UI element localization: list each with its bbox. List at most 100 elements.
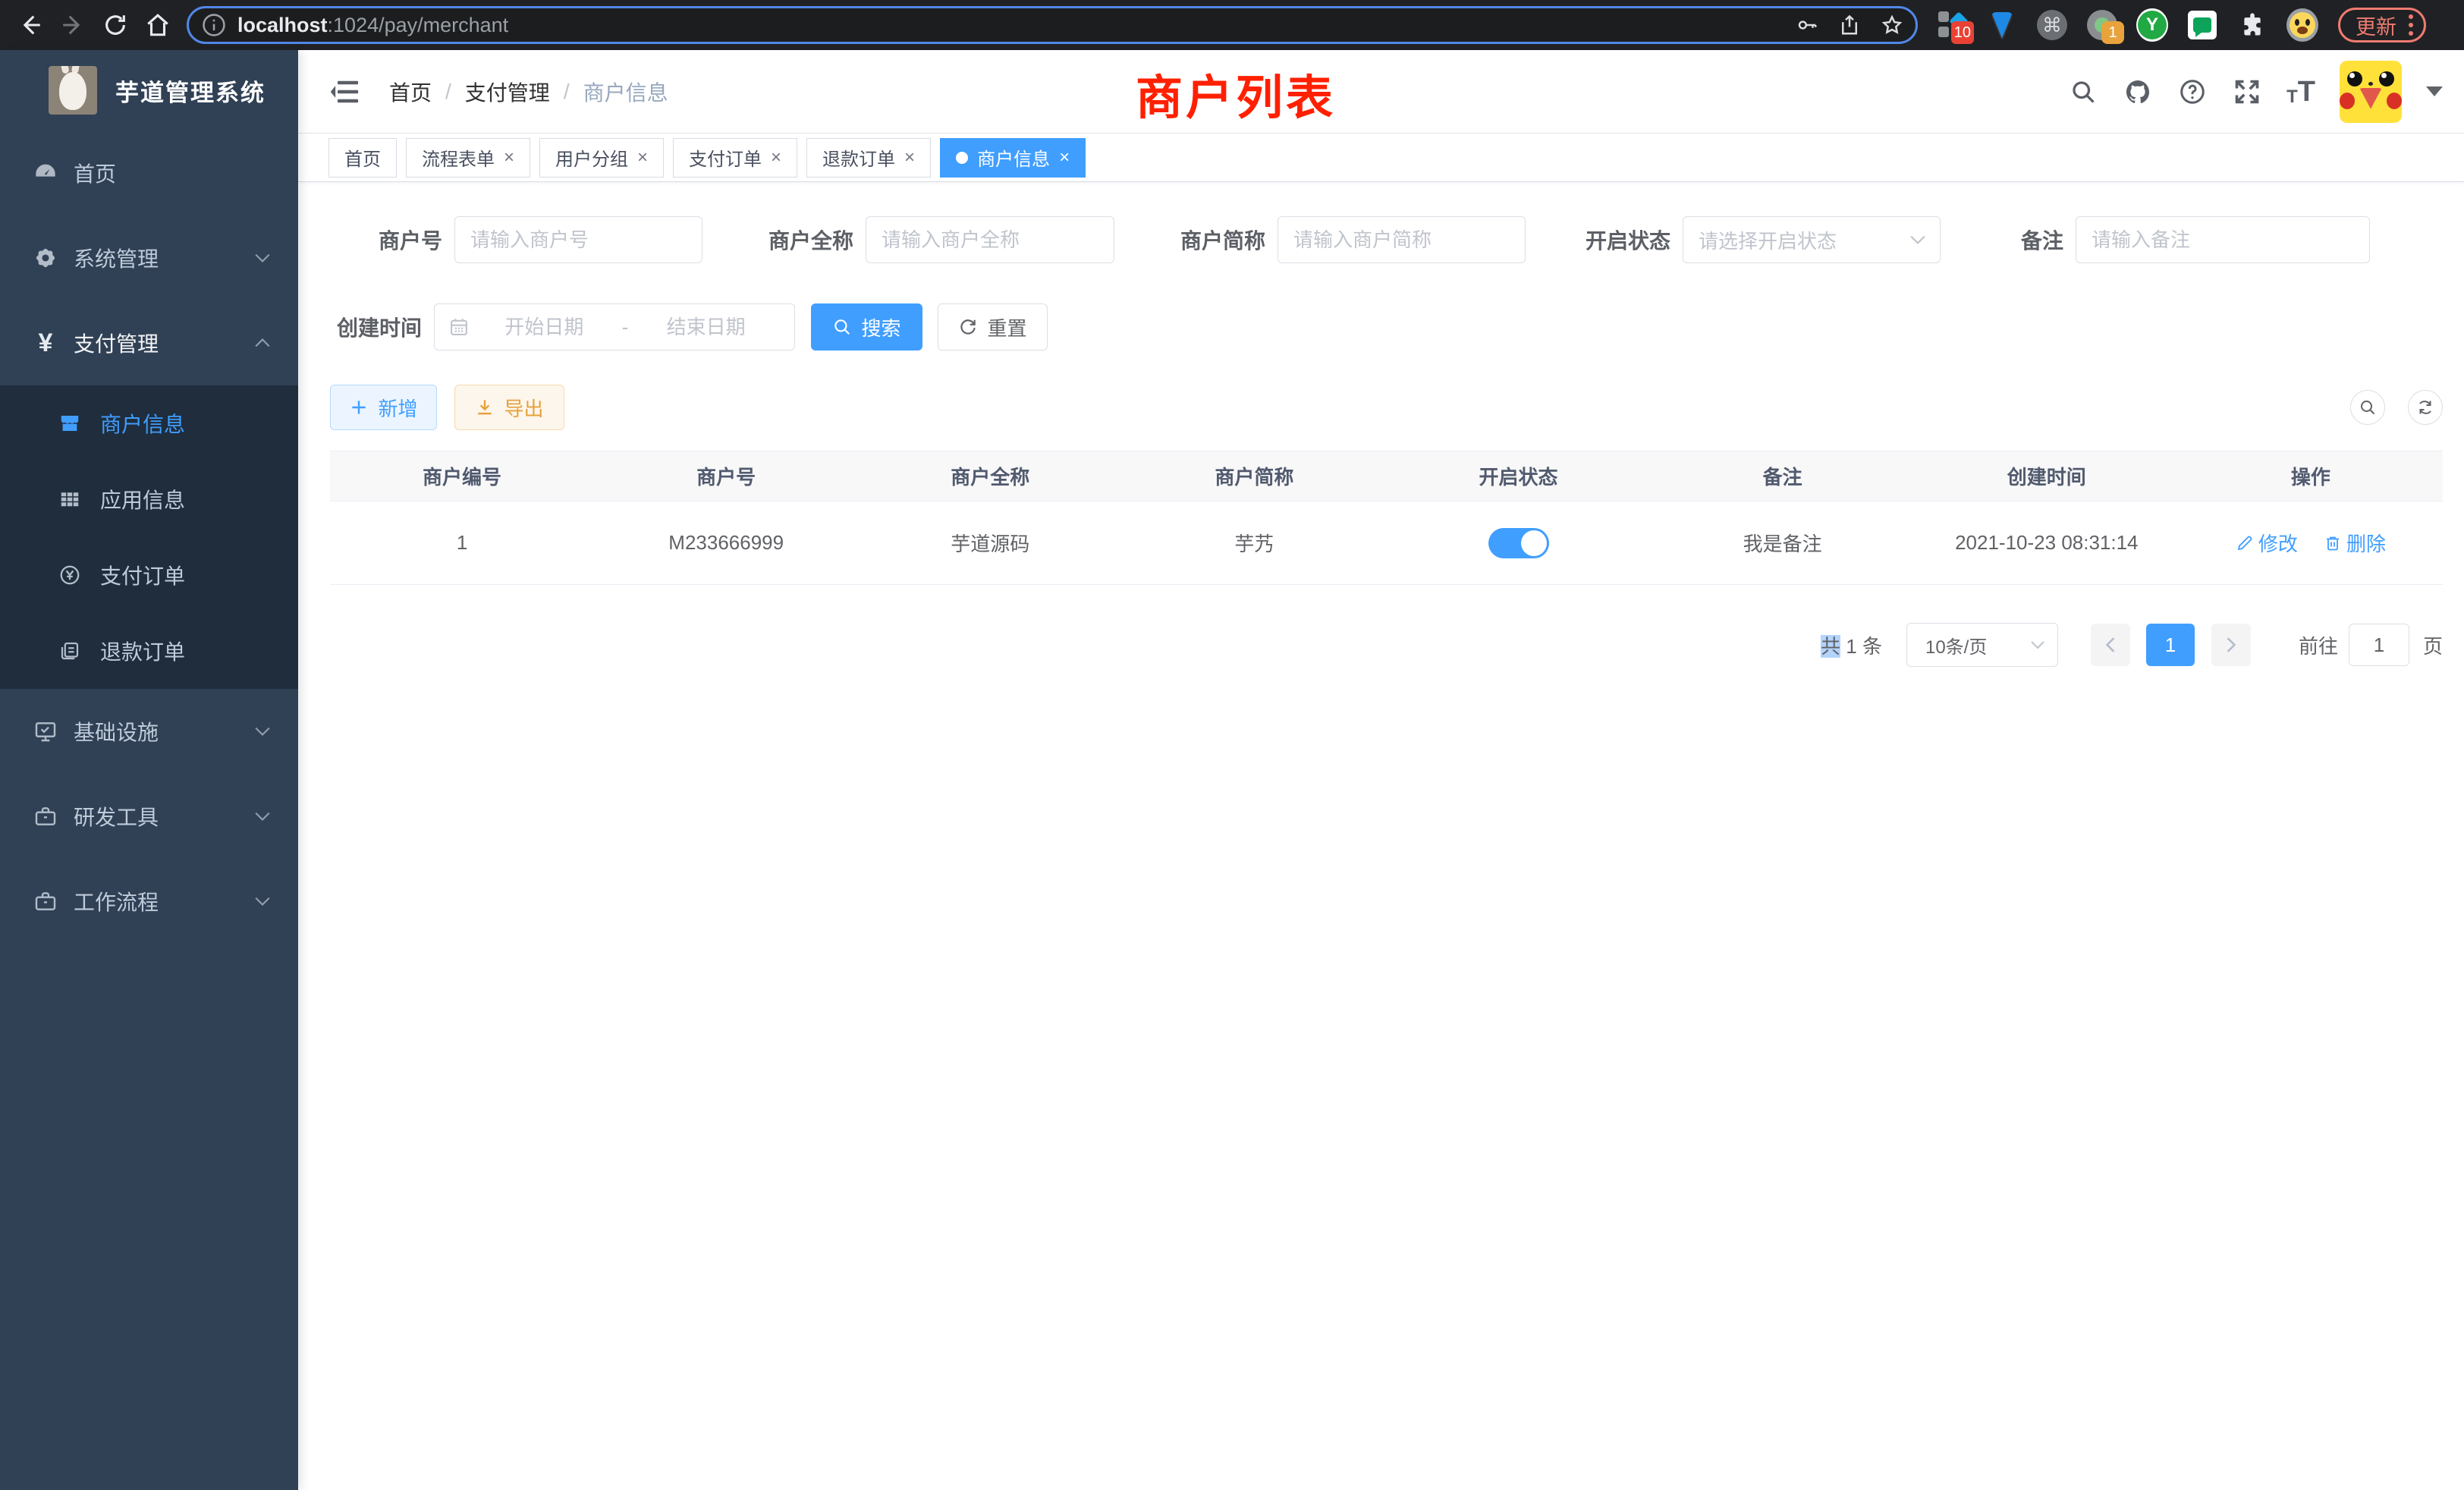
goto-page-input[interactable] (2349, 624, 2409, 666)
tab-refund-order[interactable]: 退款订单 × (806, 138, 931, 178)
search-icon (2359, 398, 2377, 417)
sidebar-item-workflow[interactable]: 工作流程 (0, 859, 298, 944)
header-search-icon[interactable] (2068, 77, 2098, 107)
tab-label: 退款订单 (822, 144, 895, 171)
delete-link[interactable]: 删除 (2324, 529, 2386, 557)
browser-home-icon[interactable] (137, 4, 179, 46)
tab-home[interactable]: 首页 (328, 138, 397, 178)
sidebar-logo[interactable]: 芋道管理系统 (0, 50, 298, 130)
total-count-highlight: 共 (1821, 635, 1840, 658)
merchant-name-input[interactable] (866, 216, 1114, 263)
extension-grid-icon[interactable]: 10 (1936, 9, 1968, 41)
prev-page-button[interactable] (2091, 624, 2130, 666)
extension-command-icon[interactable]: ⌘ (2036, 9, 2068, 41)
add-button-label: 新增 (378, 394, 417, 422)
cell-remark: 我是备注 (1651, 529, 1915, 557)
browser-forward-icon[interactable] (52, 4, 94, 46)
merchant-short-input[interactable] (1278, 216, 1526, 263)
tab-process-form[interactable]: 流程表单 × (406, 138, 530, 178)
status-select[interactable]: 请选择开启状态 (1683, 216, 1941, 263)
browser-back-icon[interactable] (9, 4, 52, 46)
bookmark-star-icon[interactable] (1881, 14, 1903, 36)
extension-y-icon[interactable]: Y (2136, 9, 2168, 41)
breadcrumb-home[interactable]: 首页 (389, 77, 432, 107)
tab-close-icon[interactable]: × (904, 149, 915, 167)
sidebar-item-payment[interactable]: ¥ 支付管理 (0, 300, 298, 385)
tab-label: 首页 (344, 144, 381, 171)
fullscreen-icon[interactable] (2232, 77, 2262, 107)
refresh-icon (958, 317, 978, 337)
refresh-table-button[interactable] (2408, 390, 2443, 425)
toolbar: 新增 导出 (330, 385, 2443, 430)
total-count: 共 1 条 (1821, 631, 1882, 659)
cell-full-name: 芋道源码 (858, 529, 1122, 557)
reset-button[interactable]: 重置 (938, 303, 1048, 350)
avatar-caret-icon[interactable] (2426, 86, 2443, 96)
sidebar-item-infrastructure[interactable]: 基础设施 (0, 689, 298, 774)
share-icon[interactable] (1838, 14, 1861, 36)
tab-close-icon[interactable]: × (1059, 149, 1070, 167)
pay-order-icon (58, 563, 82, 587)
sidebar-item-label: 应用信息 (100, 484, 185, 514)
tab-user-group[interactable]: 用户分组 × (539, 138, 664, 178)
password-key-icon[interactable] (1796, 14, 1818, 36)
chevron-right-icon (2226, 637, 2236, 653)
sidebar-item-dev-tools[interactable]: 研发工具 (0, 774, 298, 859)
select-caret-icon (2030, 640, 2045, 649)
export-button[interactable]: 导出 (454, 385, 564, 430)
refund-order-icon (58, 639, 82, 663)
chevron-down-icon (254, 896, 271, 907)
tab-pay-order[interactable]: 支付订单 × (673, 138, 797, 178)
font-size-icon[interactable]: TT (2286, 77, 2315, 106)
tab-close-icon[interactable]: × (504, 149, 514, 167)
browser-update-button[interactable]: 更新 (2338, 8, 2426, 42)
sidebar-item-pay-order[interactable]: 支付订单 (0, 537, 298, 613)
status-toggle-on[interactable] (1488, 528, 1549, 558)
browser-toolbar: localhost:1024/pay/merchant 10 ⌘ (0, 0, 2464, 50)
extensions-puzzle-icon[interactable] (2236, 9, 2268, 41)
merchant-short-label: 商户简称 (1114, 225, 1278, 255)
remark-input[interactable] (2076, 216, 2370, 263)
url-bar[interactable]: localhost:1024/pay/merchant (187, 6, 1918, 44)
sidebar-item-merchant-info[interactable]: 商户信息 (0, 385, 298, 461)
breadcrumb-payment[interactable]: 支付管理 (465, 77, 550, 107)
edit-label: 修改 (2258, 529, 2298, 557)
search-button-label: 搜索 (861, 313, 900, 341)
edit-link[interactable]: 修改 (2236, 529, 2298, 557)
user-avatar[interactable] (2340, 61, 2402, 123)
github-icon[interactable] (2123, 77, 2153, 107)
start-date-input[interactable] (470, 316, 619, 339)
end-date-input[interactable] (631, 316, 781, 339)
site-info-icon[interactable] (201, 12, 227, 38)
sidebar-item-home[interactable]: 首页 (0, 130, 298, 215)
page-number-1[interactable]: 1 (2146, 624, 2195, 666)
search-button[interactable]: 搜索 (811, 303, 922, 350)
annotation-merchant-list: 商户列表 (1136, 59, 1336, 127)
browser-reload-icon[interactable] (94, 4, 137, 46)
tab-close-icon[interactable]: × (771, 149, 781, 167)
merchant-table: 商户编号 商户号 商户全称 商户简称 开启状态 备注 创建时间 操作 1 M23… (330, 451, 2443, 585)
sidebar-item-app-info[interactable]: 应用信息 (0, 461, 298, 537)
show-search-toggle-button[interactable] (2350, 390, 2385, 425)
page-size-select[interactable]: 10条/页 (1906, 623, 2058, 667)
delete-label: 删除 (2346, 529, 2386, 557)
extension-recorder-badge: 1 (2101, 21, 2124, 44)
help-icon[interactable] (2177, 77, 2208, 107)
add-button[interactable]: 新增 (330, 385, 437, 430)
sidebar-fold-icon[interactable] (328, 77, 362, 107)
tab-close-icon[interactable]: × (637, 149, 648, 167)
create-time-range-picker[interactable]: - (434, 303, 795, 350)
next-page-button[interactable] (2211, 624, 2251, 666)
profile-avatar-icon[interactable] (2286, 9, 2318, 41)
extension-recorder-icon[interactable]: 1 (2086, 9, 2118, 41)
toolbox-icon (32, 803, 59, 830)
sidebar-item-system[interactable]: 系统管理 (0, 215, 298, 300)
extension-chat-icon[interactable] (2186, 9, 2218, 41)
reset-button-label: 重置 (987, 313, 1026, 341)
tab-merchant-info[interactable]: 商户信息 × (940, 138, 1086, 178)
extension-kite-icon[interactable] (1986, 9, 2018, 41)
sidebar-item-refund-order[interactable]: 退款订单 (0, 613, 298, 689)
merchant-no-label: 商户号 (330, 225, 454, 255)
browser-menu-icon[interactable] (2409, 14, 2413, 36)
merchant-no-input[interactable] (454, 216, 702, 263)
